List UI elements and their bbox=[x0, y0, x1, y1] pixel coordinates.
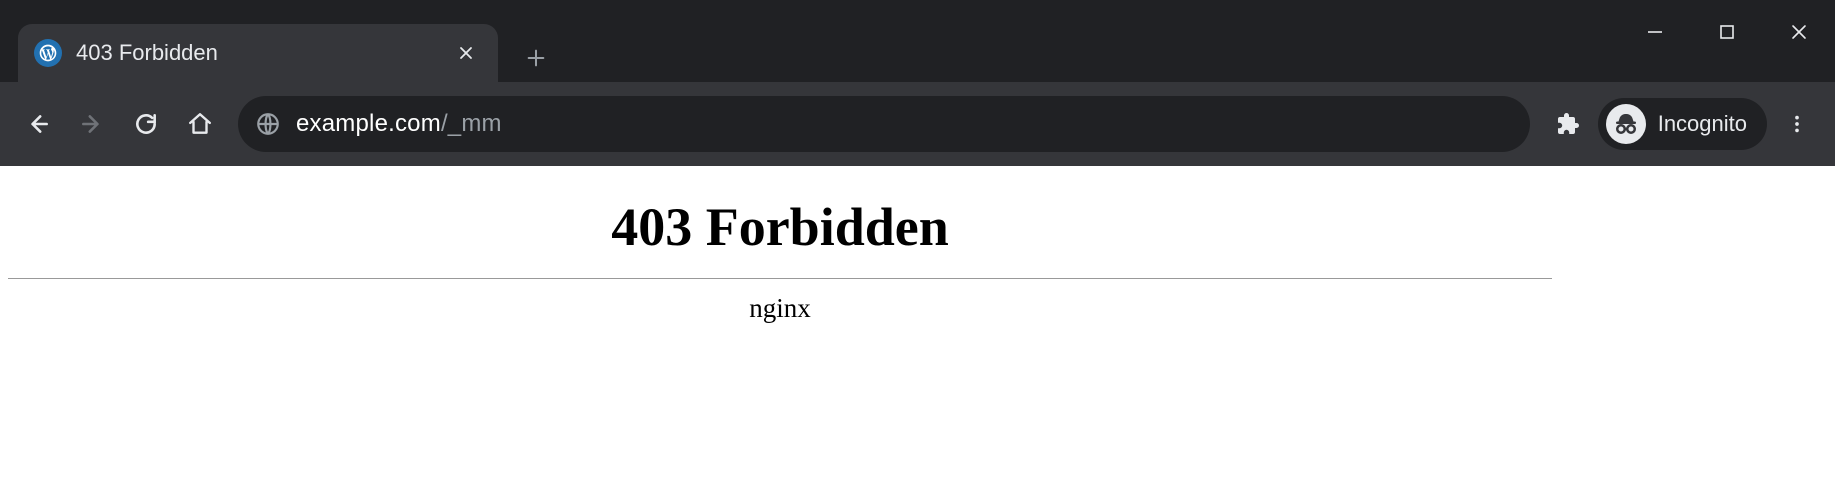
back-button[interactable] bbox=[14, 100, 62, 148]
minimize-button[interactable] bbox=[1619, 8, 1691, 56]
plus-icon bbox=[525, 47, 547, 69]
window-controls bbox=[1619, 0, 1835, 82]
toolbar-right: Incognito bbox=[1544, 98, 1821, 150]
home-icon bbox=[187, 111, 213, 137]
viewport: 403 Forbidden nginx bbox=[0, 166, 1835, 501]
window-close-button[interactable] bbox=[1763, 8, 1835, 56]
address-bar[interactable]: example.com/_mm bbox=[238, 96, 1530, 152]
globe-icon bbox=[254, 110, 282, 138]
incognito-icon bbox=[1606, 104, 1646, 144]
new-tab-button[interactable] bbox=[512, 34, 560, 82]
reload-button[interactable] bbox=[122, 100, 170, 148]
server-name: nginx bbox=[8, 293, 1552, 324]
home-button[interactable] bbox=[176, 100, 224, 148]
toolbar: example.com/_mm Incognito bbox=[0, 82, 1835, 166]
error-page: 403 Forbidden nginx bbox=[0, 166, 1560, 334]
menu-button[interactable] bbox=[1773, 100, 1821, 148]
titlebar: 403 Forbidden bbox=[0, 0, 1835, 82]
maximize-icon bbox=[1719, 24, 1735, 40]
reload-icon bbox=[133, 111, 159, 137]
incognito-indicator[interactable]: Incognito bbox=[1598, 98, 1767, 150]
minimize-icon bbox=[1646, 23, 1664, 41]
close-icon bbox=[458, 45, 474, 61]
url-domain: example.com bbox=[296, 110, 441, 137]
browser-window: 403 Forbidden bbox=[0, 0, 1835, 501]
kebab-icon bbox=[1786, 113, 1808, 135]
extensions-button[interactable] bbox=[1544, 100, 1592, 148]
error-heading: 403 Forbidden bbox=[8, 196, 1552, 258]
close-icon bbox=[1790, 23, 1808, 41]
arrow-right-icon bbox=[79, 111, 105, 137]
url-text: example.com/_mm bbox=[296, 110, 502, 138]
wordpress-icon bbox=[34, 39, 62, 67]
tab-close-button[interactable] bbox=[452, 39, 480, 67]
arrow-left-icon bbox=[25, 111, 51, 137]
tab-title: 403 Forbidden bbox=[76, 40, 438, 66]
forward-button[interactable] bbox=[68, 100, 116, 148]
url-path: /_mm bbox=[441, 110, 502, 137]
puzzle-icon bbox=[1556, 112, 1580, 136]
tab-strip: 403 Forbidden bbox=[0, 0, 1619, 82]
divider bbox=[8, 278, 1552, 279]
tab-active[interactable]: 403 Forbidden bbox=[18, 24, 498, 82]
incognito-label: Incognito bbox=[1658, 111, 1747, 137]
maximize-button[interactable] bbox=[1691, 8, 1763, 56]
